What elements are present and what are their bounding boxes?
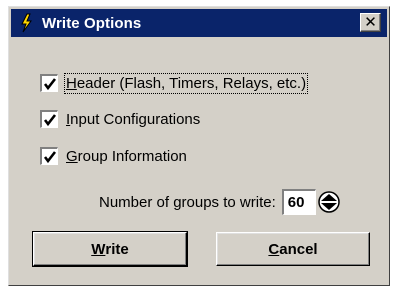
checkmark-icon [43,114,57,127]
option-header[interactable]: Header (Flash, Timers, Relays, etc.) [40,72,309,94]
cancel-button-mnemonic: C [268,240,280,258]
title-bar[interactable]: Write Options ✕ [11,9,387,37]
header-checkbox[interactable] [40,74,58,92]
option-input-configurations[interactable]: Input Configurations [40,108,200,130]
write-button-mnemonic: W [91,240,106,258]
option-group-information[interactable]: Group Information [40,145,187,167]
header-label: Header (Flash, Timers, Relays, etc.) [63,72,309,94]
cancel-button[interactable]: Cancel [216,232,370,266]
lightning-bolt-icon [15,12,37,34]
checkmark-icon [43,78,57,91]
up-down-arrows-icon[interactable] [318,191,340,213]
write-button[interactable]: Write [32,231,188,267]
input-configurations-checkbox[interactable] [40,110,58,128]
input-configurations-label: Input Configurations [66,110,201,128]
window-title: Write Options [42,14,142,32]
checkmark-icon [43,151,57,164]
group-information-checkbox[interactable] [40,147,58,165]
write-button-label: rite [105,240,129,258]
groups-to-write-row: Number of groups to write: 60 [99,189,340,215]
close-icon: ✕ [364,13,377,31]
cancel-button-label: ancel [279,240,318,258]
groups-to-write-input[interactable]: 60 [281,189,316,215]
close-button[interactable]: ✕ [360,13,381,32]
group-information-label: Group Information [66,147,187,165]
write-options-dialog: Write Options ✕ Header (Flash, Timers, R… [8,6,390,286]
groups-to-write-label: Number of groups to write: [99,193,276,211]
